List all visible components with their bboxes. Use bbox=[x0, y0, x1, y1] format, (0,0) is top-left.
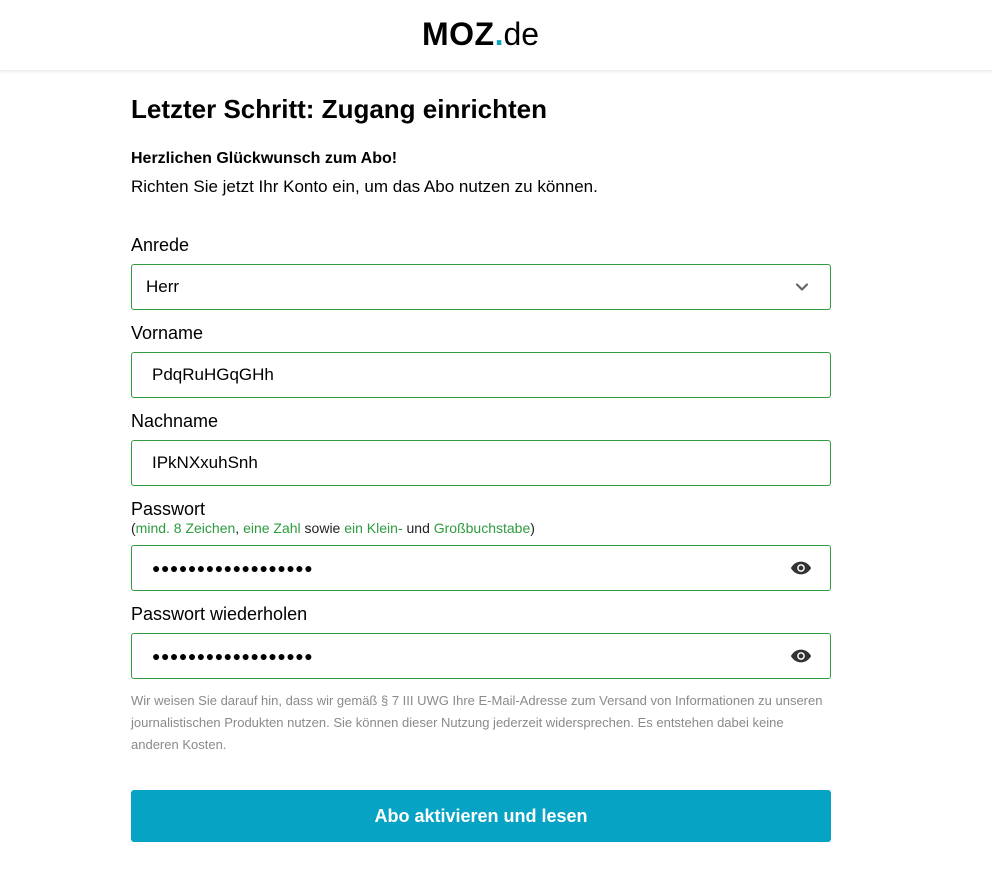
hint-min-chars: mind. 8 Zeichen bbox=[135, 520, 236, 536]
congrats-heading: Herzlichen Glückwunsch zum Abo! bbox=[131, 150, 398, 167]
hint-number: eine Zahl bbox=[243, 520, 301, 536]
hint-sep-1: , bbox=[235, 520, 244, 536]
last-name-value: IPkNXxuhSnh bbox=[152, 453, 258, 472]
intro-text: Richten Sie jetzt Ihr Konto ein, um das … bbox=[131, 177, 598, 196]
legal-notice: Wir weisen Sie darauf hin, dass wir gemä… bbox=[131, 693, 823, 752]
last-name-field[interactable]: IPkNXxuhSnh bbox=[131, 440, 831, 486]
password-repeat-value: ●●●●●●●●●●●●●●●●●● bbox=[152, 648, 314, 664]
hint-sep-2: sowie bbox=[300, 520, 345, 536]
page-title: Letzter Schritt: Zugang einrichten bbox=[131, 94, 548, 124]
hint-sep-3: und bbox=[402, 520, 434, 536]
salutation-select[interactable]: Herr bbox=[131, 264, 831, 310]
first-name-label: Vorname bbox=[131, 323, 204, 343]
hint-uppercase: Großbuchstabe bbox=[433, 520, 531, 536]
hint-paren-close: ) bbox=[530, 520, 535, 536]
first-name-field[interactable]: PdqRuHGqGHh bbox=[131, 352, 831, 398]
password-repeat-field[interactable]: ●●●●●●●●●●●●●●●●●● bbox=[131, 633, 831, 679]
eye-icon[interactable] bbox=[790, 647, 812, 665]
chevron-down-icon bbox=[795, 283, 809, 291]
hint-lowercase: ein Klein- bbox=[344, 520, 403, 536]
site-header: MOZ.de bbox=[0, 0, 992, 71]
password-field[interactable]: ●●●●●●●●●●●●●●●●●● bbox=[131, 545, 831, 591]
logo-tld: de bbox=[503, 16, 540, 52]
first-name-value: PdqRuHGqGHh bbox=[152, 365, 274, 384]
password-repeat-label: Passwort wiederholen bbox=[131, 604, 308, 624]
password-label: Passwort bbox=[131, 499, 206, 519]
eye-icon[interactable] bbox=[790, 559, 812, 577]
password-value: ●●●●●●●●●●●●●●●●●● bbox=[152, 560, 314, 576]
moz-logo[interactable]: MOZ.de bbox=[422, 14, 539, 54]
password-requirements: (mind. 8 Zeichen, eine Zahl sowie ein Kl… bbox=[131, 519, 535, 537]
logo-main: MOZ bbox=[422, 16, 495, 52]
last-name-label: Nachname bbox=[131, 411, 219, 431]
signup-form-container: Letzter Schritt: Zugang einrichten Herzl… bbox=[131, 90, 831, 842]
activate-subscription-button[interactable]: Abo aktivieren und lesen bbox=[131, 790, 831, 842]
salutation-value: Herr bbox=[146, 277, 180, 296]
salutation-label: Anrede bbox=[131, 235, 190, 255]
